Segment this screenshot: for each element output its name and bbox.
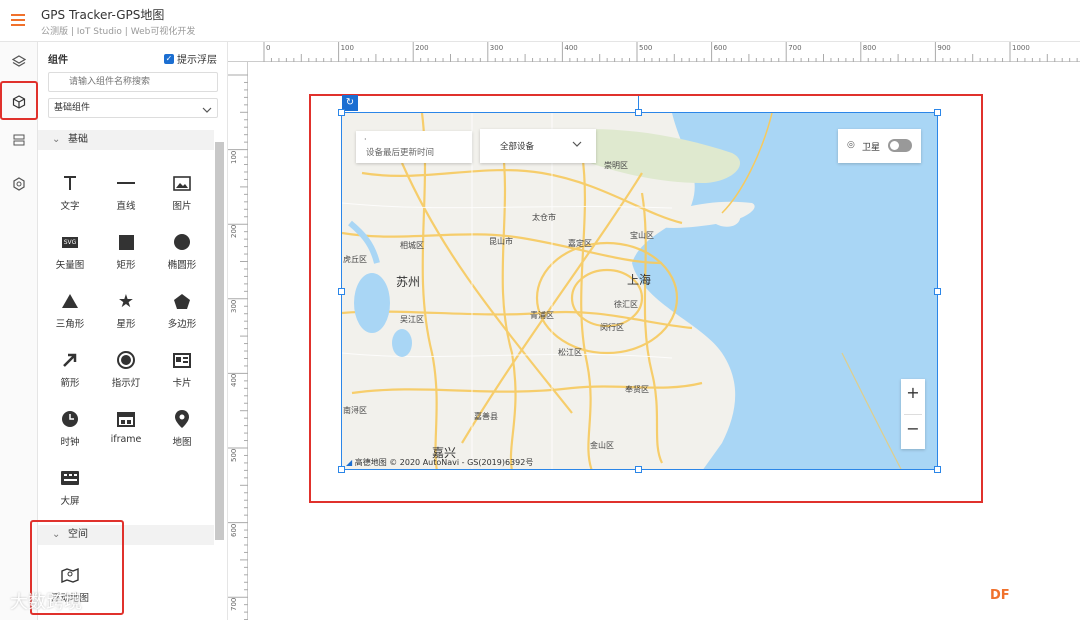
storage-icon[interactable] <box>5 126 33 154</box>
svg-icon: SVG <box>61 236 79 248</box>
settings-icon[interactable] <box>5 170 33 198</box>
ruler-tick-label: 500 <box>230 448 238 462</box>
resize-handle[interactable] <box>934 288 941 295</box>
ruler-tick-label: 0 <box>266 44 271 52</box>
section-basic[interactable]: ⌄ 基础 <box>38 130 214 150</box>
highlight-component-tab <box>0 81 38 120</box>
menu-icon[interactable] <box>11 14 25 26</box>
chevron-down-icon: ⌄ <box>52 134 61 145</box>
category-select[interactable]: 基础组件 <box>48 98 218 118</box>
hint-toggle[interactable]: ✓ 提示浮层 <box>164 51 217 66</box>
resize-handle[interactable] <box>338 109 345 116</box>
line-icon <box>98 170 154 196</box>
clock-icon <box>42 406 98 432</box>
star-icon: ★ <box>117 290 135 312</box>
resize-handle[interactable] <box>635 109 642 116</box>
rotate-line <box>638 96 639 110</box>
ruler-tick-label: 700 <box>788 44 802 52</box>
component-card[interactable]: 卡片 <box>154 347 210 389</box>
component-map[interactable]: 地图 <box>154 406 210 448</box>
panel-scrollbar[interactable] <box>215 142 224 540</box>
component-line[interactable]: 直线 <box>98 170 154 212</box>
section-basic-label: 基础 <box>68 134 88 145</box>
component-bigscreen[interactable]: 大屏 <box>42 465 98 507</box>
chevron-down-icon <box>202 103 212 121</box>
component-ellipse[interactable]: 椭圆形 <box>154 229 210 271</box>
app-subtitle: 公测版 | IoT Studio | Web可视化开发 <box>41 27 196 37</box>
circle-icon <box>154 229 210 255</box>
square-icon <box>98 229 154 255</box>
ruler-tick-label: 700 <box>230 597 238 612</box>
top-bar: GPS Tracker-GPS地图 公测版 | IoT Studio | Web… <box>0 0 1080 42</box>
pentagon-icon <box>154 288 210 314</box>
component-clock[interactable]: 时钟 <box>42 406 98 448</box>
resize-handle[interactable] <box>635 466 642 473</box>
ruler-tick-label: 800 <box>862 44 877 52</box>
ruler-tick-label: 400 <box>230 374 238 388</box>
selection-outline <box>341 112 938 470</box>
ruler-left: 100 200 300 400 500 600 700 <box>228 62 248 620</box>
component-image[interactable]: 图片 <box>154 170 210 212</box>
component-indicator[interactable]: 指示灯 <box>98 347 154 389</box>
ruler-tick-label: 400 <box>564 44 578 52</box>
hint-label: 提示浮层 <box>177 55 217 66</box>
resize-handle[interactable] <box>338 466 345 473</box>
card-icon <box>154 347 210 373</box>
component-svg[interactable]: SVG 矢量图 <box>42 229 98 271</box>
indicator-icon <box>98 347 154 373</box>
ruler-tick-label: 100 <box>230 150 238 164</box>
component-triangle[interactable]: 三角形 <box>42 288 98 330</box>
resize-handle[interactable] <box>934 109 941 116</box>
ruler-tick-label: 100 <box>340 44 354 52</box>
triangle-icon <box>42 288 98 314</box>
ruler-tick-label: 300 <box>230 299 238 313</box>
category-select-value: 基础组件 <box>54 103 91 113</box>
ruler-tick-label: 1000 <box>1012 44 1030 52</box>
ruler-tick-label: 200 <box>230 224 238 239</box>
dashboard-icon <box>42 465 98 491</box>
text-icon <box>42 170 98 196</box>
ruler-tick-label: 900 <box>937 44 951 52</box>
panel-title: 组件 <box>48 55 68 66</box>
ruler-top: 0 100 200 300 400 500 600 700 800 900 1000 <box>228 42 1080 62</box>
layers-icon[interactable] <box>5 48 33 76</box>
resize-handle[interactable] <box>934 466 941 473</box>
df-watermark: DF <box>990 588 1010 603</box>
checkbox-icon[interactable]: ✓ <box>164 53 174 64</box>
component-polygon[interactable]: 多边形 <box>154 288 210 330</box>
map-pin-icon <box>154 406 210 432</box>
brand-watermark: 大数跨境 <box>10 592 82 613</box>
image-icon <box>154 170 210 196</box>
component-iframe[interactable]: iframe <box>98 406 154 445</box>
ruler-tick-label: 500 <box>639 44 653 52</box>
iframe-icon <box>98 406 154 432</box>
ruler-tick-label: 200 <box>415 44 429 52</box>
arrow-icon <box>42 347 98 373</box>
ruler-tick-label: 600 <box>713 44 727 52</box>
component-rect[interactable]: 矩形 <box>98 229 154 271</box>
ruler-tick-label: 300 <box>489 44 504 52</box>
ruler-tick-label: 600 <box>230 523 238 537</box>
component-star[interactable]: ★ 星形 <box>98 288 154 331</box>
component-text[interactable]: 文字 <box>42 170 98 212</box>
app-title: GPS Tracker-GPS地图 <box>41 8 165 22</box>
resize-handle[interactable] <box>338 288 345 295</box>
search-input[interactable] <box>48 72 218 92</box>
component-arrow[interactable]: 箭形 <box>42 347 98 389</box>
